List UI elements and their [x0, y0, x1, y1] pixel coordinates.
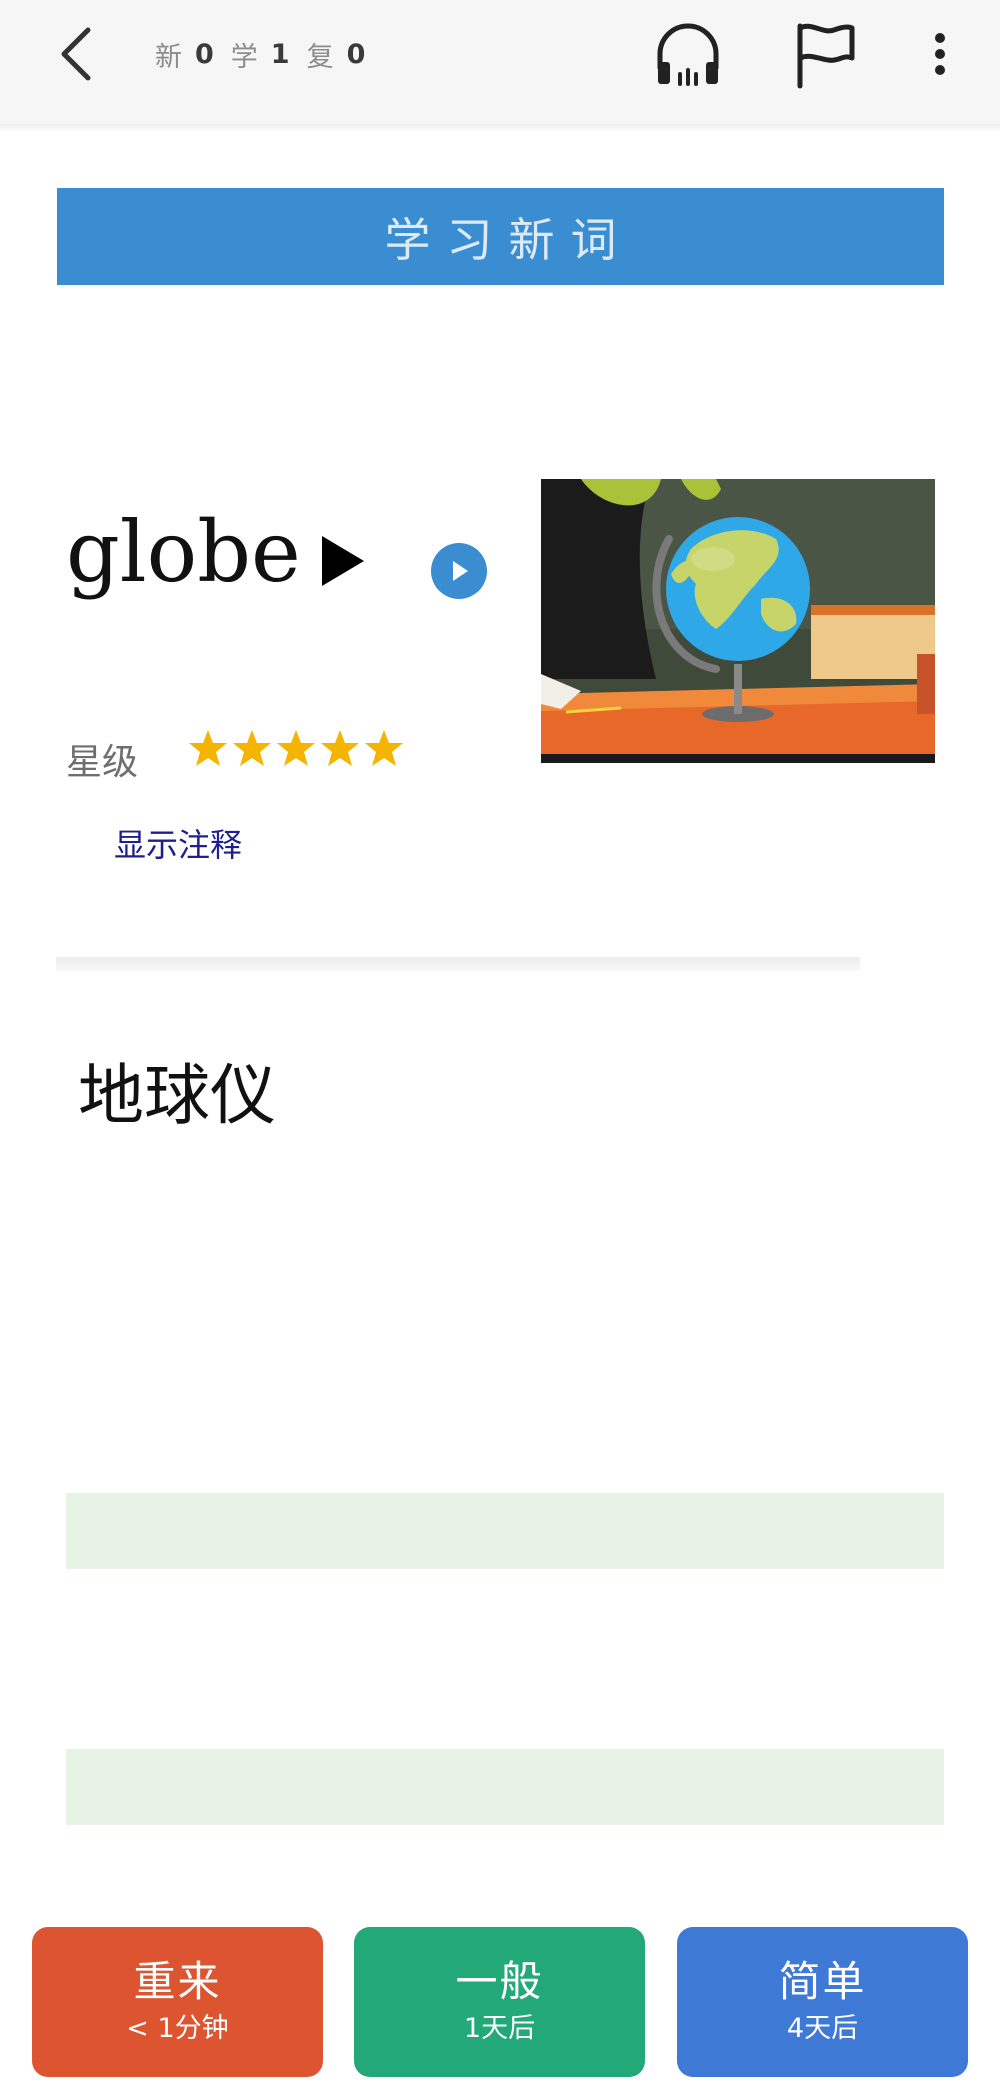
star-icon	[189, 730, 227, 766]
star-icon	[277, 730, 315, 766]
star-icon	[321, 730, 359, 766]
listen-button[interactable]	[650, 18, 726, 94]
word-meaning: 地球仪	[78, 1057, 276, 1134]
star-icon	[233, 730, 271, 766]
easy-button[interactable]: 简单 4天后	[677, 1927, 968, 2077]
play-triangle-icon	[322, 536, 364, 586]
learn-count: 1	[270, 38, 291, 70]
review-count-label: 复	[306, 41, 335, 73]
answer-band	[66, 1493, 944, 1569]
star-rating-label: 星级	[66, 742, 139, 783]
again-button-label: 重来	[133, 1957, 222, 2007]
star-rating	[188, 728, 404, 768]
globe-illustration-image	[541, 479, 935, 763]
more-options-button[interactable]	[916, 18, 964, 94]
new-count-label: 新	[155, 41, 183, 73]
good-button[interactable]: 一般 1天后	[354, 1927, 645, 2077]
star-icon	[365, 730, 403, 766]
vocabulary-word: globe	[66, 503, 301, 601]
word-play-button[interactable]	[318, 532, 368, 590]
flag-icon	[797, 23, 855, 89]
review-counts: 新 0 学 1 复 0	[155, 34, 382, 74]
easy-button-label: 简单	[778, 1957, 867, 2007]
good-button-interval: 1天后	[463, 2012, 536, 2044]
card-divider	[56, 957, 860, 971]
headphone-icon	[657, 23, 719, 86]
play-circle-icon	[431, 543, 487, 599]
back-arrow-icon	[61, 27, 91, 81]
learn-new-words-banner: 学习新词	[57, 188, 944, 285]
word-illustration	[541, 479, 935, 763]
back-button[interactable]	[50, 20, 110, 90]
review-count: 0	[346, 38, 367, 70]
app-bar-shadow	[0, 124, 1000, 132]
new-count: 0	[195, 38, 215, 70]
pronunciation-audio-button[interactable]	[430, 542, 488, 600]
learn-count-label: 学	[230, 41, 259, 73]
answer-band	[66, 1749, 944, 1825]
more-vertical-icon	[935, 33, 945, 75]
again-button-interval: < 1分钟	[126, 2012, 229, 2044]
show-notes-link[interactable]: 显示注释	[114, 820, 242, 866]
flag-button[interactable]	[788, 18, 864, 94]
again-button[interactable]: 重来 < 1分钟	[32, 1927, 323, 2077]
good-button-label: 一般	[455, 1957, 544, 2007]
easy-button-interval: 4天后	[786, 2012, 859, 2044]
